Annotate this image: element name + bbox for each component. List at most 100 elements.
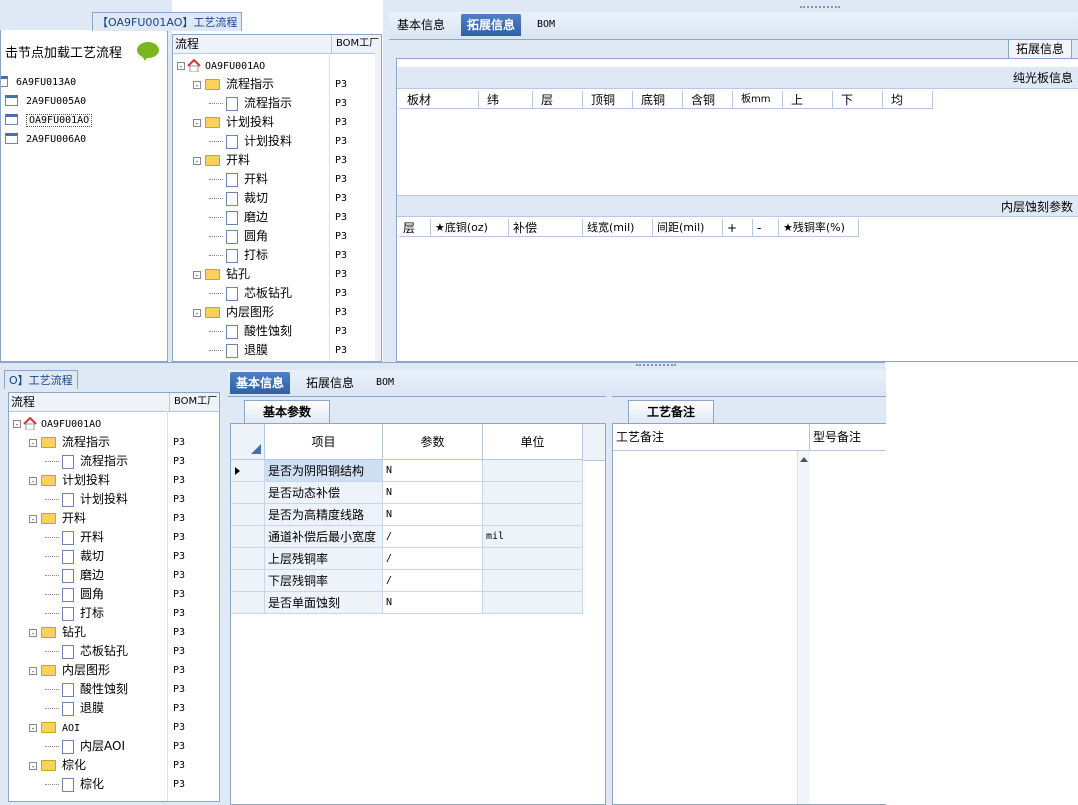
tree-leaf-node[interactable]: 计划投料 — [209, 132, 292, 151]
inner-etch-col-header[interactable]: 线宽(mil) — [583, 219, 653, 237]
inner-etch-col-header[interactable]: - — [753, 219, 779, 237]
collapse-icon[interactable]: - — [193, 156, 201, 165]
tab-extended-info[interactable]: 拓展信息 — [461, 14, 522, 36]
bare-board-col-header[interactable]: 均 — [883, 91, 933, 109]
list-item[interactable]: OA9FU001AO — [5, 110, 93, 129]
tree-leaf-node[interactable]: 磨边 — [45, 566, 104, 585]
inner-etch-col-header[interactable]: ★底铜(oz) — [431, 219, 509, 237]
tree-leaf-node[interactable]: 计划投料 — [45, 490, 128, 509]
tree-leaf-node[interactable]: 退膜 — [45, 699, 104, 718]
tree-leaf-node[interactable]: 开料 — [45, 528, 104, 547]
tree-folder-node[interactable]: - 钻孔 — [29, 623, 86, 642]
tree-leaf-node[interactable]: 圆角 — [45, 585, 104, 604]
collapse-icon[interactable]: - — [193, 80, 201, 89]
tree-leaf-node[interactable]: 圆角 — [209, 227, 268, 246]
tree-leaf-node[interactable]: 流程指示 — [209, 94, 292, 113]
tree-folder-node[interactable]: - 开料 — [29, 509, 86, 528]
row-header[interactable] — [231, 526, 265, 548]
tree-leaf-node[interactable]: 打标 — [45, 604, 104, 623]
tree-folder-node[interactable]: - 内层图形 — [193, 303, 274, 322]
process-notes-textarea[interactable] — [613, 451, 799, 804]
tree-leaf-node[interactable]: 裁切 — [45, 547, 104, 566]
grid-header-unit[interactable]: 单位 — [483, 424, 583, 460]
tree-leaf-node[interactable]: 磨边 — [209, 208, 268, 227]
bare-board-col-header[interactable]: 含铜 — [683, 91, 733, 109]
process-notes-tab[interactable]: 工艺备注 — [628, 400, 714, 423]
tree-folder-node[interactable]: - 计划投料 — [193, 113, 274, 132]
tree-folder-node[interactable]: - 棕化 — [29, 756, 86, 775]
collapse-icon[interactable]: - — [29, 723, 37, 732]
tab-bom[interactable]: BOM — [531, 14, 561, 36]
bare-board-col-header[interactable]: 纬 — [479, 91, 533, 109]
inner-etch-col-header[interactable]: ★残铜率(%) — [779, 219, 859, 237]
tree-folder-node[interactable]: - 内层图形 — [29, 661, 110, 680]
collapse-icon[interactable]: - — [29, 666, 37, 675]
tree-folder-node[interactable]: - 流程指示 — [29, 433, 110, 452]
tree-leaf-node[interactable]: 打标 — [209, 246, 268, 265]
grid-header-param[interactable]: 参数 — [383, 424, 483, 460]
row-header[interactable] — [231, 460, 265, 482]
row-header[interactable] — [231, 570, 265, 592]
param-value[interactable]: / — [383, 570, 483, 592]
tree-folder-node[interactable]: - 开料 — [193, 151, 250, 170]
tree-leaf-node[interactable]: 流程指示 — [45, 452, 128, 471]
tree-leaf-node[interactable]: 芯板钻孔 — [45, 642, 128, 661]
collapse-icon[interactable]: - — [29, 438, 37, 447]
param-value[interactable]: N — [383, 460, 483, 482]
tab-bom[interactable]: BOM — [370, 372, 400, 394]
param-value[interactable]: N — [383, 482, 483, 504]
tree-folder-node[interactable]: - 计划投料 — [29, 471, 110, 490]
bare-board-col-header[interactable]: 下 — [833, 91, 883, 109]
row-header[interactable] — [231, 482, 265, 504]
collapse-icon[interactable]: - — [29, 514, 37, 523]
tree-root[interactable]: - OA9FU001AO — [177, 56, 265, 75]
tree-leaf-node[interactable]: 裁切 — [209, 189, 268, 208]
list-item[interactable]: 2A9FU006A0 — [5, 129, 86, 148]
tree-leaf-node[interactable]: 酸性蚀刻 — [209, 322, 292, 341]
tree-folder-node[interactable]: - 钻孔 — [193, 265, 250, 284]
bare-board-col-header[interactable]: 板材 — [399, 91, 479, 109]
param-value[interactable]: N — [383, 592, 483, 614]
bare-board-col-header[interactable]: 上 — [783, 91, 833, 109]
basic-params-tab[interactable]: 基本参数 — [244, 400, 330, 423]
bare-board-col-header[interactable]: 板mm — [733, 91, 783, 109]
tree-root[interactable]: - OA9FU001AO — [13, 414, 101, 433]
collapse-icon[interactable]: - — [29, 628, 37, 637]
notes-scrollbar[interactable] — [797, 451, 810, 804]
list-item[interactable]: 6A9FU013A0 — [1, 72, 76, 91]
tree-leaf-node[interactable]: 酸性蚀刻 — [45, 680, 128, 699]
ext-info-button[interactable]: 拓展信息 — [1008, 39, 1072, 59]
tree-folder-node[interactable]: - 流程指示 — [193, 75, 274, 94]
model-notes-textarea[interactable] — [810, 451, 886, 804]
inner-etch-col-header[interactable]: 层 — [399, 219, 431, 237]
inner-etch-col-header[interactable]: 补偿 — [509, 219, 583, 237]
collapse-icon[interactable]: - — [29, 476, 37, 485]
bare-board-col-header[interactable]: 顶铜 — [583, 91, 633, 109]
row-header[interactable] — [231, 504, 265, 526]
row-header[interactable] — [231, 548, 265, 570]
param-value[interactable]: N — [383, 504, 483, 526]
collapse-icon[interactable]: - — [13, 419, 21, 428]
param-value[interactable]: / — [383, 526, 483, 548]
collapse-icon[interactable]: - — [193, 118, 201, 127]
tree-leaf-node[interactable]: 内层AOI — [45, 737, 125, 756]
tab-basic-info[interactable]: 基本信息 — [230, 372, 291, 394]
grid-header-item[interactable]: 项目 — [265, 424, 383, 460]
bare-board-col-header[interactable]: 底铜 — [633, 91, 683, 109]
bare-board-grid-body[interactable] — [397, 109, 1078, 195]
inner-etch-col-header[interactable]: + — [723, 219, 753, 237]
tree-leaf-node[interactable]: 退膜 — [209, 341, 268, 360]
row-header[interactable] — [231, 592, 265, 614]
param-value[interactable]: / — [383, 548, 483, 570]
tree-folder-node[interactable]: - AOI — [29, 718, 80, 737]
collapse-icon[interactable]: - — [29, 761, 37, 770]
tree-leaf-node[interactable]: 开料 — [209, 170, 268, 189]
top-grip-icon[interactable] — [800, 6, 840, 12]
collapse-icon[interactable]: - — [193, 270, 201, 279]
scroll-up-icon[interactable] — [800, 457, 808, 462]
list-item[interactable]: 2A9FU005A0 — [5, 91, 86, 110]
tab-extended-info[interactable]: 拓展信息 — [300, 372, 360, 394]
collapse-icon[interactable]: - — [193, 308, 201, 317]
collapse-icon[interactable]: - — [177, 61, 185, 70]
tree-scrollbar[interactable] — [375, 53, 381, 361]
